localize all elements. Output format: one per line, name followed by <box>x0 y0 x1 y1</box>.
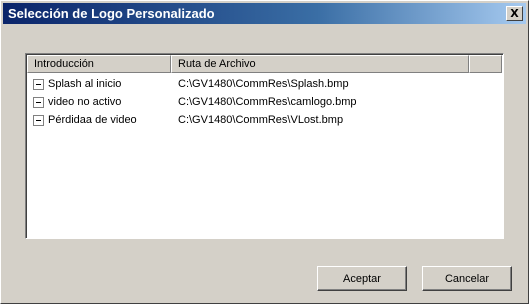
column-header-ruta-de-archivo[interactable]: Ruta de Archivo <box>171 55 469 73</box>
collapse-icon[interactable] <box>33 96 44 108</box>
list-item-label: Pérdidaa de video <box>48 114 137 126</box>
list-item[interactable]: video no activo C:\GV1480\CommRes\camlog… <box>27 94 497 110</box>
collapse-icon[interactable] <box>33 114 44 126</box>
list-item-path: C:\GV1480\CommRes\Splash.bmp <box>178 78 349 90</box>
list-item[interactable]: Splash al inicio C:\GV1480\CommRes\Splas… <box>27 76 497 92</box>
list-item[interactable]: Pérdidaa de video C:\GV1480\CommRes\VLos… <box>27 112 497 128</box>
list-item-path: C:\GV1480\CommRes\camlogo.bmp <box>178 96 357 108</box>
list-header: Introducción Ruta de Archivo <box>27 55 502 73</box>
dialog-window: Selección de Logo Personalizado X Introd… <box>0 0 529 304</box>
logo-list[interactable]: Introducción Ruta de Archivo Splash al i… <box>25 53 504 239</box>
close-button[interactable]: X <box>506 6 523 21</box>
close-icon: X <box>510 7 519 20</box>
collapse-icon[interactable] <box>33 78 44 90</box>
cancel-button[interactable]: Cancelar <box>422 266 512 291</box>
column-header-introduccion[interactable]: Introducción <box>27 55 171 73</box>
title-bar[interactable]: Selección de Logo Personalizado X <box>3 3 526 24</box>
list-item-label-cell: Splash al inicio <box>33 76 121 92</box>
list-item-path: C:\GV1480\CommRes\VLost.bmp <box>178 114 344 126</box>
list-item-label: Splash al inicio <box>48 78 122 90</box>
accept-button[interactable]: Aceptar <box>317 266 407 291</box>
list-item-label-cell: video no activo <box>33 94 121 110</box>
list-item-label: video no activo <box>48 96 122 108</box>
dialog-title: Selección de Logo Personalizado <box>8 6 215 21</box>
column-header-empty[interactable] <box>469 55 502 73</box>
list-item-label-cell: Pérdidaa de video <box>33 112 137 128</box>
